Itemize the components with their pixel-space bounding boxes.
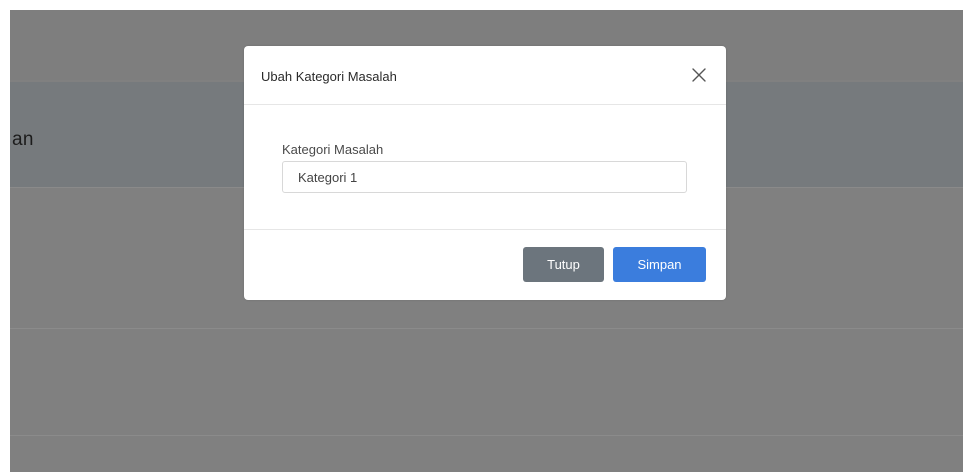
close-button[interactable]: Tutup xyxy=(523,247,604,282)
modal-footer: Tutup Simpan xyxy=(244,230,726,300)
background-row xyxy=(10,329,963,436)
modal-close-button[interactable] xyxy=(689,65,709,85)
close-icon xyxy=(692,68,706,82)
page-viewport: an Ubah Kategori Masalah Kategori Masala… xyxy=(10,10,963,472)
modal-body: Kategori Masalah xyxy=(244,105,726,230)
category-field-label: Kategori Masalah xyxy=(282,142,384,157)
edit-category-modal: Ubah Kategori Masalah Kategori Masalah T… xyxy=(244,46,726,300)
background-row xyxy=(10,436,963,472)
modal-header: Ubah Kategori Masalah xyxy=(244,46,726,105)
page-header-title: an xyxy=(12,129,34,150)
category-name-input[interactable] xyxy=(282,161,687,193)
save-button[interactable]: Simpan xyxy=(613,247,706,282)
modal-title: Ubah Kategori Masalah xyxy=(261,69,397,84)
